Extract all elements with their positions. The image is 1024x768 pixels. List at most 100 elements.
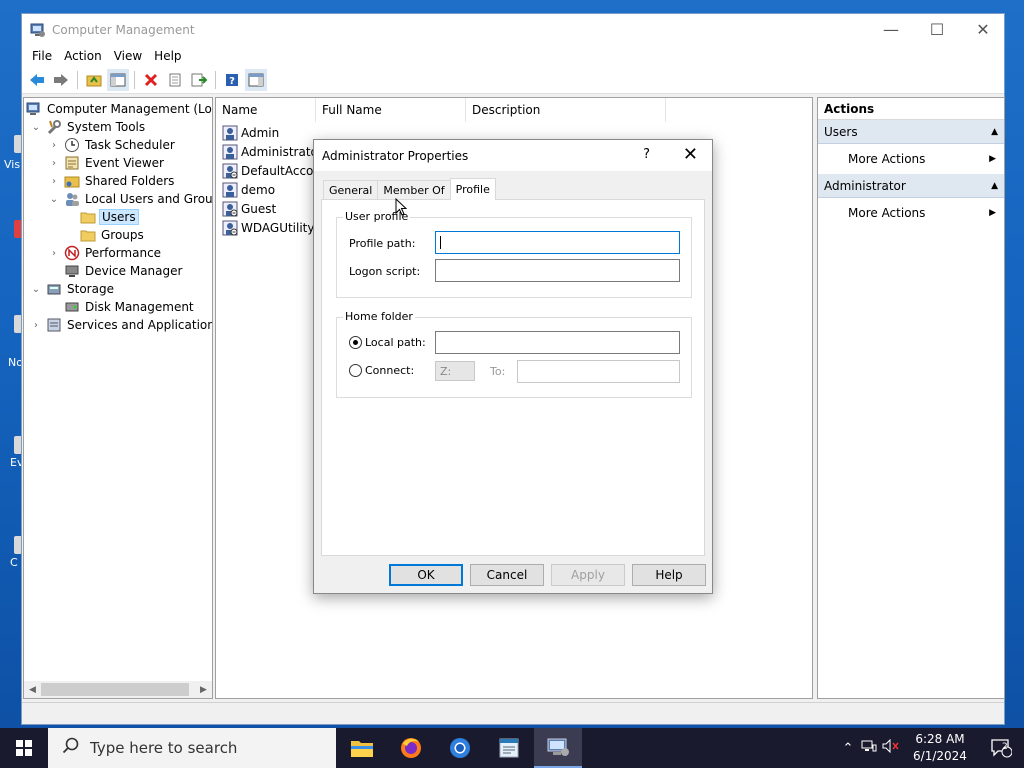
local-path-input[interactable] — [435, 331, 680, 354]
dialog-help-button[interactable]: ? — [643, 147, 650, 162]
computer-management-icon — [547, 738, 569, 756]
computer-management-icon — [30, 22, 46, 38]
connect-label[interactable]: Connect: — [365, 364, 414, 377]
menu-action[interactable]: Action — [58, 49, 108, 63]
chevron-right-icon[interactable]: › — [48, 140, 60, 151]
scrollbar-thumb[interactable] — [41, 683, 189, 696]
start-button[interactable] — [0, 728, 48, 768]
tree-item-performance[interactable]: › Performance — [48, 244, 163, 262]
tree-item-event-viewer[interactable]: › Event Viewer — [48, 154, 166, 172]
tree-item-shared-folders[interactable]: › Shared Folders — [48, 172, 176, 190]
status-bar — [22, 702, 1004, 724]
up-folder-icon[interactable] — [83, 69, 105, 91]
connect-radio[interactable] — [349, 364, 362, 377]
tree-item-users[interactable]: Users — [80, 208, 139, 226]
actions-section-administrator[interactable]: Administrator ▲ — [818, 174, 1004, 198]
taskbar-clock[interactable]: 6:28 AM 6/1/2024 — [906, 731, 974, 765]
forward-arrow-icon[interactable] — [50, 69, 72, 91]
tree-item-label: Services and Applications — [67, 318, 213, 332]
local-path-radio[interactable] — [349, 336, 362, 349]
tree-item-label: Local Users and Groups — [85, 192, 213, 206]
chevron-right-icon[interactable]: › — [30, 320, 42, 331]
tree-item-root[interactable]: Computer Management (Local — [26, 100, 212, 118]
chevron-right-icon[interactable]: › — [48, 248, 60, 259]
tree-item-task-scheduler[interactable]: › Task Scheduler — [48, 136, 177, 154]
chrome-taskbar-button[interactable] — [436, 728, 484, 768]
dialog-close-button[interactable]: ✕ — [683, 144, 698, 165]
logon-script-input[interactable] — [435, 259, 680, 282]
network-icon[interactable] — [858, 739, 880, 757]
computer-management-taskbar-button[interactable] — [534, 728, 582, 768]
cancel-button[interactable]: Cancel — [470, 564, 544, 586]
horizontal-scrollbar[interactable]: ◀ ▶ — [24, 681, 212, 698]
tab-general[interactable]: General — [323, 180, 379, 200]
action-center-button[interactable]: 2 — [978, 728, 1024, 768]
properties-icon[interactable] — [164, 69, 186, 91]
connect-to-input[interactable] — [517, 360, 680, 383]
apply-button[interactable]: Apply — [551, 564, 625, 586]
delete-icon[interactable] — [140, 69, 162, 91]
file-explorer-taskbar-button[interactable] — [338, 728, 386, 768]
list-item[interactable]: Guest — [222, 199, 276, 218]
column-header-name[interactable]: Name — [216, 98, 316, 122]
chevron-down-icon[interactable]: ⌄ — [48, 194, 60, 205]
actions-section-users[interactable]: Users ▲ — [818, 120, 1004, 144]
list-item[interactable]: Administrator — [222, 142, 323, 161]
local-path-label[interactable]: Local path: — [365, 336, 426, 349]
tree-item-storage[interactable]: ⌄ Storage — [30, 280, 116, 298]
help-button[interactable]: Help — [632, 564, 706, 586]
folder-icon — [80, 227, 96, 243]
menu-file[interactable]: File — [26, 49, 58, 63]
minimize-button[interactable]: — — [868, 14, 914, 45]
ok-button[interactable]: OK — [389, 564, 463, 586]
profile-path-input[interactable] — [435, 231, 680, 254]
show-hide-console-tree-icon[interactable] — [107, 69, 129, 91]
notepad-taskbar-button[interactable] — [485, 728, 533, 768]
menu-view[interactable]: View — [108, 49, 148, 63]
maximize-button[interactable]: ☐ — [914, 14, 960, 45]
chevron-down-icon[interactable]: ⌄ — [30, 122, 42, 133]
show-action-pane-icon[interactable] — [245, 69, 267, 91]
tab-member-of[interactable]: Member Of — [377, 180, 451, 200]
chevron-right-icon[interactable]: › — [48, 176, 60, 187]
scroll-right-icon[interactable]: ▶ — [195, 681, 212, 698]
list-item[interactable]: Admin — [222, 123, 279, 142]
user-name: Guest — [241, 201, 277, 216]
chevron-right-icon[interactable]: › — [48, 158, 60, 169]
tree-item-disk-management[interactable]: Disk Management — [64, 298, 196, 316]
tree-item-groups[interactable]: Groups — [80, 226, 146, 244]
menu-help[interactable]: Help — [148, 49, 187, 63]
collapse-up-icon[interactable]: ▲ — [991, 127, 998, 137]
dialog-titlebar[interactable]: Administrator Properties ? ✕ — [314, 140, 712, 171]
tree-item-device-manager[interactable]: Device Manager — [64, 262, 184, 280]
speaker-muted-icon[interactable] — [880, 738, 902, 757]
back-arrow-icon[interactable] — [26, 69, 48, 91]
tab-profile[interactable]: Profile — [449, 178, 496, 200]
list-item[interactable]: DefaultAcco... — [222, 161, 325, 180]
drive-letter-select[interactable]: Z: — [435, 361, 475, 381]
dialog-title: Administrator Properties — [322, 148, 469, 163]
list-item[interactable]: WDAGUtility... — [222, 218, 324, 237]
tree-item-system-tools[interactable]: ⌄ System Tools — [30, 118, 147, 136]
close-button[interactable]: ✕ — [960, 14, 1006, 45]
toolbar-separator — [77, 71, 78, 89]
disabled-user-icon — [222, 201, 238, 217]
list-item[interactable]: demo — [222, 180, 275, 199]
tree-item-local-users-groups[interactable]: ⌄ Local Users and Groups — [48, 190, 213, 208]
export-list-icon[interactable] — [188, 69, 210, 91]
firefox-taskbar-button[interactable] — [387, 728, 435, 768]
column-header-description[interactable]: Description — [466, 98, 666, 122]
more-actions-administrator[interactable]: More Actions ▶ — [818, 198, 1004, 228]
chevron-down-icon[interactable]: ⌄ — [30, 284, 42, 295]
chevron-up-icon[interactable]: ⌃ — [838, 741, 858, 756]
collapse-up-icon[interactable]: ▲ — [991, 181, 998, 191]
more-actions-users[interactable]: More Actions ▶ — [818, 144, 1004, 174]
help-icon[interactable]: ? — [221, 69, 243, 91]
column-header-full-name[interactable]: Full Name — [316, 98, 466, 122]
search-icon — [62, 737, 80, 759]
user-name: demo — [241, 182, 276, 197]
tree-item-services-apps[interactable]: › Services and Applications — [30, 316, 213, 334]
window-titlebar[interactable]: Computer Management — ☐ ✕ — [22, 14, 1004, 45]
taskbar-search[interactable]: Type here to search — [48, 728, 336, 768]
scroll-left-icon[interactable]: ◀ — [24, 681, 41, 698]
